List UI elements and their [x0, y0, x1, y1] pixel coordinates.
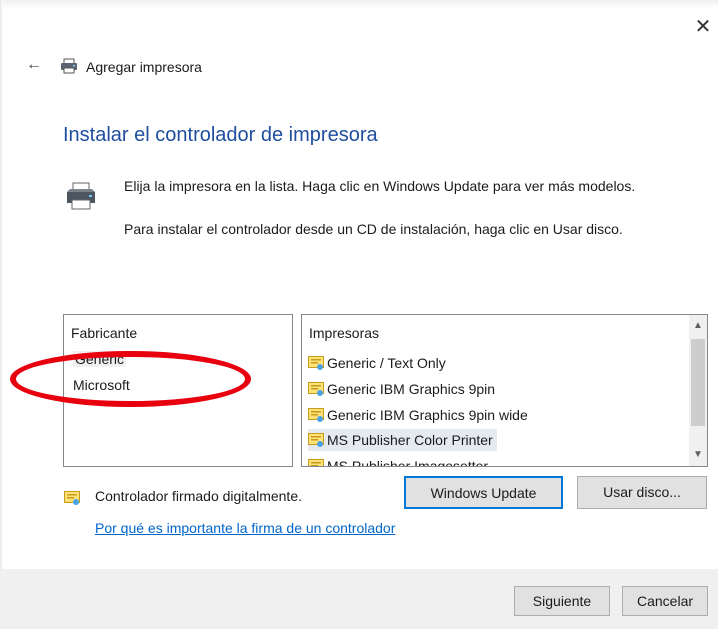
driver-certificate-icon [308, 458, 324, 466]
signed-driver-text: Controlador firmado digitalmente. [95, 488, 302, 504]
scroll-thumb[interactable] [691, 339, 705, 426]
printer-item-label: Generic IBM Graphics 9pin [327, 381, 496, 397]
printer-item[interactable]: MS Publisher Imagesetter [308, 455, 492, 467]
scroll-up-icon[interactable]: ▲ [689, 317, 707, 335]
dialog-footer [0, 569, 718, 629]
left-edge [0, 0, 3, 629]
manufacturer-item-generic[interactable]: Generic [73, 351, 127, 367]
next-button[interactable]: Siguiente [514, 586, 610, 616]
printer-list-scrollbar[interactable]: ▲ ▼ [689, 315, 707, 466]
printer-icon [67, 182, 95, 210]
printer-item[interactable]: Generic / Text Only [308, 352, 450, 374]
driver-certificate-icon [64, 491, 80, 505]
printer-item-selected[interactable]: MS Publisher Color Printer [308, 429, 497, 451]
window-title: Agregar impresora [86, 59, 202, 75]
driver-certificate-icon [308, 381, 324, 396]
use-disk-button[interactable]: Usar disco... [577, 476, 707, 509]
page-title: Instalar el controlador de impresora [63, 124, 378, 146]
manufacturer-list-header: Fabricante [71, 325, 138, 341]
printer-item-label: MS Publisher Color Printer [327, 432, 493, 448]
windows-update-button[interactable]: Windows Update [404, 476, 563, 509]
description-line-1: Elija la impresora en la lista. Haga cli… [124, 178, 636, 194]
close-icon[interactable]: ✕ [690, 14, 716, 40]
description-line-2: Para instalar el controlador desde un CD… [124, 221, 623, 237]
manufacturer-list[interactable]: Fabricante Generic Microsoft [63, 314, 293, 467]
printer-item[interactable]: Generic IBM Graphics 9pin wide [308, 404, 532, 426]
top-edge [0, 0, 718, 8]
printer-icon [61, 58, 77, 74]
printer-item-label: Generic IBM Graphics 9pin wide [327, 407, 528, 423]
printer-item[interactable]: Generic IBM Graphics 9pin [308, 378, 499, 400]
driver-certificate-icon [308, 407, 324, 422]
driver-certificate-icon [308, 355, 324, 370]
printer-item-label: Generic / Text Only [327, 355, 446, 371]
add-printer-dialog: ✕ ← Agregar impresora Instalar el contro… [0, 0, 718, 629]
manufacturer-item-microsoft[interactable]: Microsoft [73, 377, 130, 393]
driver-signing-link[interactable]: Por qué es importante la firma de un con… [95, 520, 395, 536]
back-arrow-icon[interactable]: ← [26, 56, 42, 74]
driver-certificate-icon [308, 432, 324, 447]
scroll-down-icon[interactable]: ▼ [689, 446, 707, 464]
cancel-button[interactable]: Cancelar [622, 586, 708, 616]
printer-list[interactable]: Impresoras Generic / Text Only Generic I… [301, 314, 708, 467]
printer-list-header: Impresoras [309, 325, 380, 341]
printer-item-label: MS Publisher Imagesetter [327, 458, 489, 467]
